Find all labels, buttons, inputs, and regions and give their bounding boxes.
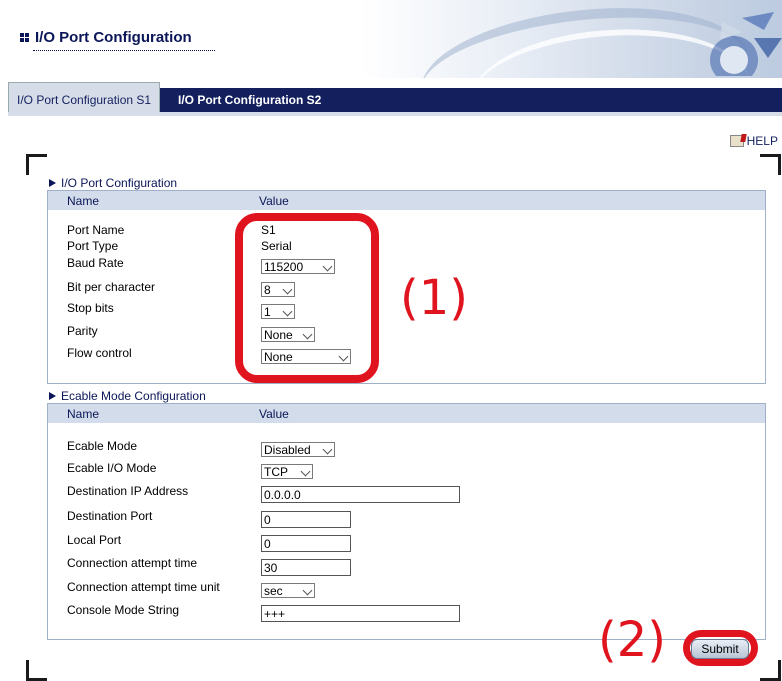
bit-per-character-label: Bit per character [67, 280, 156, 294]
section-title: I/O Port Configuration [61, 176, 178, 190]
connection-attempt-time-label: Connection attempt time [67, 556, 198, 570]
frame-corner [760, 154, 781, 175]
section-title: Ecable Mode Configuration [61, 389, 206, 403]
title-underline [33, 50, 215, 51]
frame-corner [760, 660, 781, 681]
port-name-label: Port Name [67, 223, 125, 237]
parity-label: Parity [67, 324, 98, 338]
annotation-highlight-box [235, 213, 379, 383]
ecable-mode-select[interactable]: Disabled [261, 442, 335, 457]
ecable-io-mode-value: TCP [264, 465, 288, 479]
submit-button[interactable]: Submit [691, 639, 749, 659]
triangle-right-icon [49, 179, 56, 187]
console-mode-string-input[interactable]: +++ [261, 605, 460, 622]
connection-attempt-time-unit-value: sec [264, 584, 283, 598]
flow-control-label: Flow control [67, 346, 132, 360]
help-label: HELP [746, 134, 778, 148]
ecable-mode-label: Ecable Mode [67, 439, 138, 453]
chevron-down-icon [302, 585, 313, 596]
annotation-label-1: (1) [400, 270, 468, 326]
annotation-label-2: (2) [598, 612, 666, 668]
section-heading: I/O Port Configuration [47, 176, 766, 190]
frame-corner [26, 660, 47, 681]
ecable-mode-value: Disabled [264, 443, 311, 457]
local-port-input[interactable]: 0 [261, 535, 351, 552]
ecable-mode-table: Name Value Ecable Mode Disabled Ecable I… [47, 403, 766, 640]
help-book-icon [729, 135, 744, 147]
tab-bar: I/O Port Configuration S1 I/O Port Confi… [8, 82, 782, 113]
connection-attempt-time-input[interactable]: 30 [261, 559, 351, 576]
column-value-header: Value [259, 407, 289, 421]
title-grid-icon [20, 33, 29, 42]
destination-port-input[interactable]: 0 [261, 511, 351, 528]
local-port-label: Local Port [67, 533, 122, 547]
connection-attempt-time-unit-label: Connection attempt time unit [67, 580, 220, 594]
column-value-header: Value [259, 194, 289, 208]
tab-io-port-s2[interactable]: I/O Port Configuration S2 [170, 88, 329, 112]
stop-bits-label: Stop bits [67, 301, 114, 315]
chevron-down-icon [322, 444, 333, 455]
destination-port-label: Destination Port [67, 509, 153, 523]
chevron-down-icon [300, 466, 311, 477]
header-banner [360, 0, 782, 78]
column-name-header: Name [67, 407, 100, 421]
console-mode-string-label: Console Mode String [67, 603, 180, 617]
ecable-io-mode-label: Ecable I/O Mode [67, 461, 157, 475]
help-link[interactable]: HELP [729, 134, 778, 148]
connection-attempt-time-unit-select[interactable]: sec [261, 583, 315, 598]
table-header: Name Value [48, 191, 765, 210]
column-name-header: Name [67, 194, 100, 208]
ecable-io-mode-select[interactable]: TCP [261, 464, 313, 479]
page-title: I/O Port Configuration [20, 29, 192, 46]
tab-io-port-s1[interactable]: I/O Port Configuration S1 [8, 82, 161, 113]
table-header: Name Value [48, 404, 765, 423]
destination-ip-input[interactable]: 0.0.0.0 [261, 486, 460, 503]
destination-ip-label: Destination IP Address [67, 484, 189, 498]
frame-corner [26, 154, 47, 175]
banner-logo-icon [710, 12, 782, 76]
tab-underline [8, 112, 782, 116]
section-heading: Ecable Mode Configuration [47, 389, 766, 403]
triangle-right-icon [49, 392, 56, 400]
ecable-mode-section: Ecable Mode Configuration Name Value Eca… [47, 389, 766, 640]
baud-rate-label: Baud Rate [67, 256, 124, 270]
page-title-text: I/O Port Configuration [35, 29, 192, 46]
port-type-label: Port Type [67, 239, 119, 253]
